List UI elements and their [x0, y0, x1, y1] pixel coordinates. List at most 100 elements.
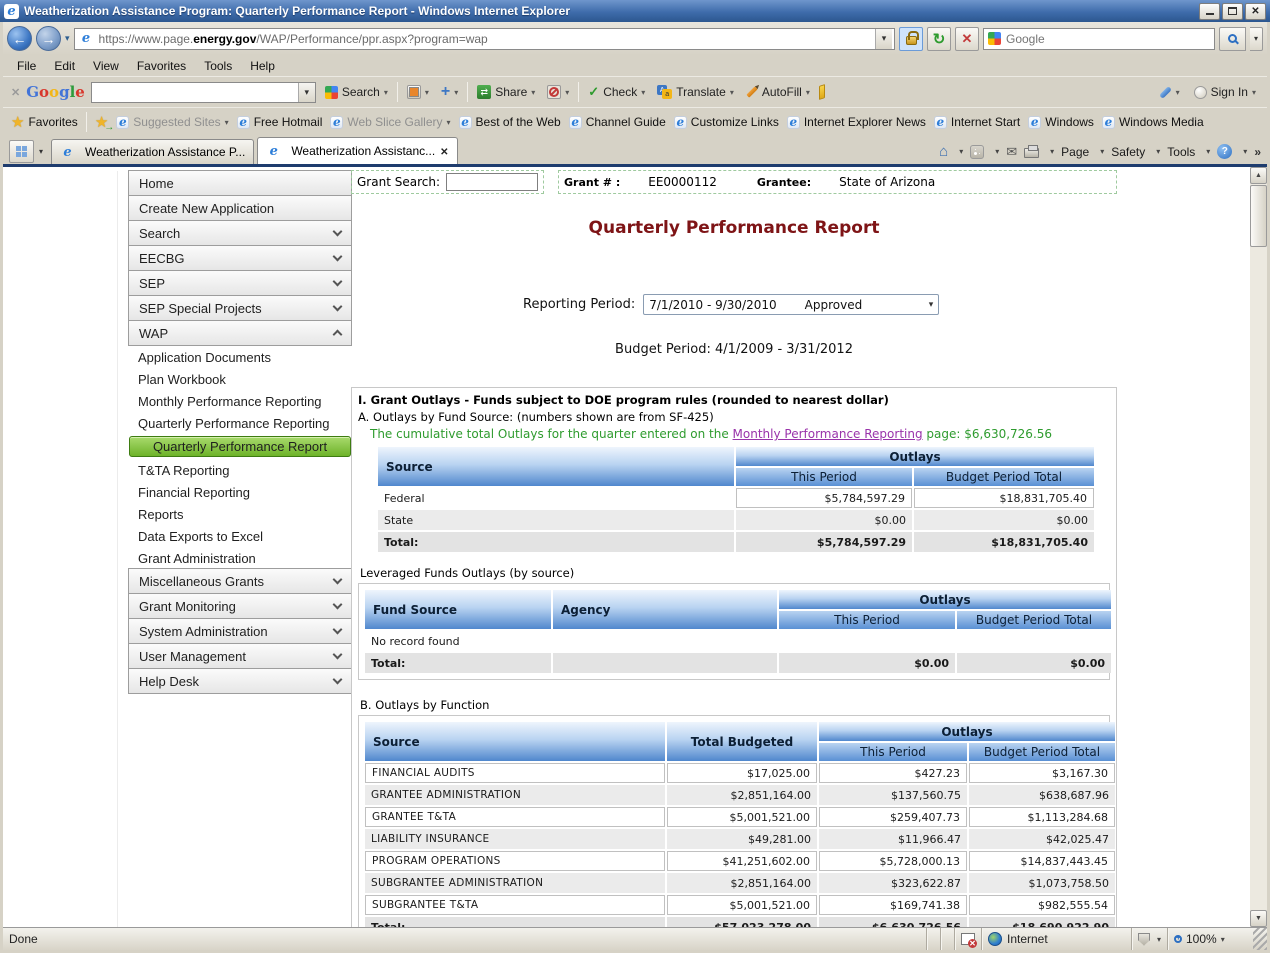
sidebar-item-quarterly-performance-report-selected[interactable]: Quarterly Performance Report: [129, 436, 351, 457]
home-dropdown[interactable]: [959, 147, 963, 156]
reporting-period-select[interactable]: 7/1/2010 - 9/30/2010 Approved: [643, 294, 939, 315]
print-dropdown[interactable]: [1050, 147, 1054, 156]
security-zone[interactable]: Internet: [981, 928, 1131, 950]
home-icon[interactable]: [939, 143, 948, 160]
close-tab-icon[interactable]: [440, 144, 448, 158]
menu-tools[interactable]: Tools: [196, 57, 240, 75]
sidebar-item-grant-administration[interactable]: Grant Administration: [128, 547, 352, 569]
favorite-web-slice-gallery[interactable]: Web Slice Gallery: [330, 115, 450, 129]
table-cell-editable[interactable]: $5,728,000.13: [819, 851, 967, 871]
safety-menu[interactable]: Safety: [1111, 145, 1145, 159]
recent-pages-dropdown-icon[interactable]: [65, 33, 70, 44]
privacy-dropdown[interactable]: [1157, 935, 1161, 944]
page-menu-caret[interactable]: [1100, 147, 1104, 156]
share-button[interactable]: Share: [474, 83, 538, 101]
menu-view[interactable]: View: [85, 57, 127, 75]
tab-1[interactable]: Weatherization Assistance P...: [51, 139, 254, 164]
add-to-favorites-button[interactable]: [95, 113, 108, 131]
help-icon[interactable]: [1217, 144, 1232, 159]
tab-list-dropdown[interactable]: [34, 140, 48, 163]
spellcheck-button[interactable]: Check: [585, 82, 648, 102]
search-go-button[interactable]: [1219, 27, 1246, 51]
sidebar-item-reports[interactable]: Reports: [128, 503, 352, 525]
menu-favorites[interactable]: Favorites: [129, 57, 194, 75]
print-icon[interactable]: [1024, 148, 1039, 158]
rss-feed-icon[interactable]: [970, 145, 984, 159]
google-search-button[interactable]: Search: [322, 83, 391, 101]
zoom-control[interactable]: 100%: [1167, 928, 1253, 950]
favorite-free-hotmail[interactable]: Free Hotmail: [237, 115, 323, 129]
address-field[interactable]: https://www.page.energy.gov/WAP/Performa…: [74, 28, 895, 50]
rss-dropdown[interactable]: [995, 147, 999, 156]
favorite-channel-guide[interactable]: Channel Guide: [569, 115, 666, 129]
sidebar-item-sep-special-projects[interactable]: SEP Special Projects: [128, 295, 352, 321]
resize-grip[interactable]: [1253, 928, 1267, 950]
overflow-chevron-icon[interactable]: [1254, 145, 1261, 159]
table-cell-editable[interactable]: $259,407.73: [819, 807, 967, 827]
google-search-history-dropdown[interactable]: [298, 83, 315, 102]
translate-button[interactable]: AaTranslate: [654, 83, 737, 101]
signin-button[interactable]: Sign In: [1191, 83, 1259, 101]
favorite-customize-links[interactable]: Customize Links: [674, 115, 779, 129]
favorite-ie-news[interactable]: Internet Explorer News: [787, 115, 926, 129]
quick-tabs-button[interactable]: [9, 140, 34, 163]
table-cell-editable[interactable]: $5,784,597.29: [736, 488, 912, 508]
sidebar-item-create-new-application[interactable]: Create New Application: [128, 195, 352, 221]
zoom-dropdown[interactable]: [1221, 935, 1225, 944]
sidebar-item-quarterly-performance-reporting[interactable]: Quarterly Performance Reporting: [128, 412, 352, 434]
add-gadget-button[interactable]: [438, 81, 461, 103]
google-search-input[interactable]: [92, 83, 298, 102]
table-cell-editable[interactable]: $18,831,705.40: [914, 488, 1094, 508]
scroll-up-button[interactable]: [1250, 167, 1267, 184]
favorite-suggested-sites[interactable]: Suggested Sites: [116, 115, 228, 129]
address-dropdown-button[interactable]: [875, 29, 892, 49]
tools-menu[interactable]: Tools: [1167, 145, 1195, 159]
refresh-button[interactable]: [927, 27, 951, 51]
search-input[interactable]: [1006, 32, 1210, 46]
sidebar-item-data-exports-to-excel[interactable]: Data Exports to Excel: [128, 525, 352, 547]
menu-edit[interactable]: Edit: [46, 57, 83, 75]
sidebar-item-monthly-performance-reporting[interactable]: Monthly Performance Reporting: [128, 390, 352, 412]
protected-mode-indicator[interactable]: [954, 928, 981, 950]
sidebar-item-wap[interactable]: WAP: [128, 320, 352, 346]
sidebar-item-plan-workbook[interactable]: Plan Workbook: [128, 368, 352, 390]
sidebar-item-home[interactable]: Home: [128, 170, 352, 196]
tab-2-active[interactable]: Weatherization Assistanc...: [257, 137, 457, 164]
help-dropdown[interactable]: [1243, 147, 1247, 156]
search-options-dropdown[interactable]: [1250, 27, 1263, 51]
table-cell-editable[interactable]: $1,113,284.68: [969, 807, 1115, 827]
popup-blocker-button[interactable]: [544, 83, 572, 101]
table-cell-editable[interactable]: $427.23: [819, 763, 967, 783]
tools-menu-caret[interactable]: [1206, 147, 1210, 156]
sidebar-item-miscellaneous-grants[interactable]: Miscellaneous Grants: [128, 568, 352, 594]
sidebar-item-user-management[interactable]: User Management: [128, 643, 352, 669]
security-lock-button[interactable]: [899, 27, 923, 51]
scrollbar-thumb[interactable]: [1250, 185, 1267, 247]
monthly-performance-reporting-link[interactable]: Monthly Performance Reporting: [733, 427, 923, 441]
mail-icon[interactable]: [1006, 144, 1017, 160]
table-cell-editable[interactable]: $982,555.54: [969, 895, 1115, 915]
sidebar-item-help-desk[interactable]: Help Desk: [128, 668, 352, 694]
privacy-report[interactable]: [1131, 928, 1167, 950]
sidebar-item-grant-monitoring[interactable]: Grant Monitoring: [128, 593, 352, 619]
favorite-windows[interactable]: Windows: [1028, 115, 1094, 129]
favorite-best-of-the-web[interactable]: Best of the Web: [459, 115, 561, 129]
sidebar-item-eecbg[interactable]: EECBG: [128, 245, 352, 271]
sidebar-item-tta-reporting[interactable]: T&TA Reporting: [128, 459, 352, 481]
search-box[interactable]: [983, 28, 1215, 50]
highlighter-icon[interactable]: [819, 84, 825, 100]
scroll-down-button[interactable]: [1250, 910, 1267, 927]
sidebar-item-application-documents[interactable]: Application Documents: [128, 346, 352, 368]
close-button[interactable]: [1245, 3, 1266, 20]
sidebar-item-financial-reporting[interactable]: Financial Reporting: [128, 481, 352, 503]
favorites-button[interactable]: Favorites: [11, 113, 78, 131]
stop-button[interactable]: [955, 27, 979, 51]
sidebar-item-search[interactable]: Search: [128, 220, 352, 246]
menu-help[interactable]: Help: [242, 57, 283, 75]
toolbar-close-icon[interactable]: [11, 83, 20, 101]
sidebar-item-sep[interactable]: SEP: [128, 270, 352, 296]
layout-button[interactable]: [404, 83, 432, 101]
google-search-field[interactable]: [91, 82, 316, 103]
autofill-button[interactable]: AutoFill: [743, 83, 813, 101]
sidebar-item-system-administration[interactable]: System Administration: [128, 618, 352, 644]
